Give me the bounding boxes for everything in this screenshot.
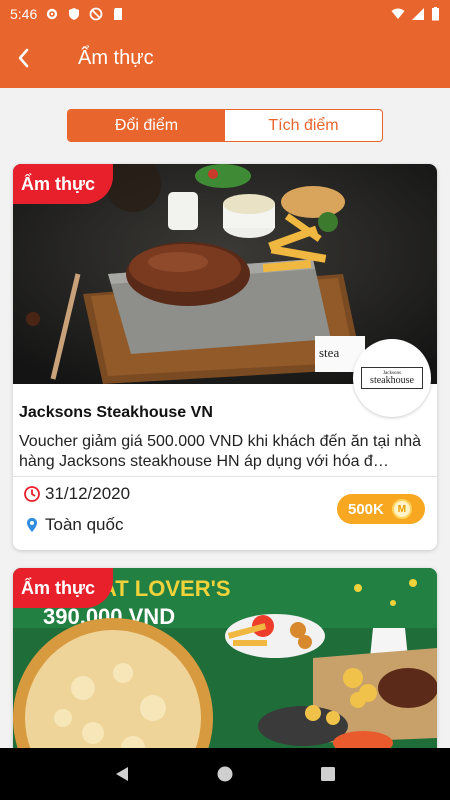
system-nav-bar [0, 748, 450, 800]
sd-card-icon [114, 8, 123, 20]
expiry-date-text: 31/12/2020 [45, 484, 131, 503]
voucher-description: Voucher giảm giá 500.000 VND khi khách đ… [19, 433, 422, 470]
battery-icon [432, 7, 439, 21]
location-text: Toàn quốc [45, 515, 124, 534]
coin-icon: M [391, 499, 412, 519]
signal-icon [412, 8, 424, 20]
points-value: 500K [348, 500, 384, 518]
shield-icon [69, 8, 80, 20]
back-button[interactable] [0, 28, 46, 88]
category-tag: Ẩm thực [13, 568, 114, 608]
svg-text:stea: stea [319, 345, 339, 360]
divider [13, 476, 437, 477]
blocked-icon [89, 7, 103, 21]
app-bar: Ẩm thực [0, 28, 450, 88]
voucher-card[interactable]: stea Ẩm thực Jacksons steakhouse Jackson… [13, 164, 437, 550]
category-tag: Ẩm thực [13, 164, 114, 204]
location-pin-icon [27, 518, 37, 532]
location: Toàn quốc [23, 515, 123, 535]
nav-home-icon[interactable] [216, 765, 234, 783]
segmented-tabs: Đổi điểm Tích điểm [67, 109, 383, 142]
tab-tich-diem[interactable]: Tích điểm [225, 110, 382, 141]
nav-back-icon[interactable] [113, 765, 131, 783]
page-title: Ẩm thực [78, 46, 154, 69]
settings-icon [47, 8, 58, 20]
expiry-date: 31/12/2020 [23, 484, 130, 504]
status-time: 5:46 [10, 6, 38, 22]
tab-doi-diem[interactable]: Đổi điểm [68, 110, 225, 141]
clock-icon [24, 486, 40, 502]
wifi-icon [391, 8, 405, 19]
voucher-title: Jacksons Steakhouse VN [19, 404, 213, 421]
logo-line2: steakhouse [370, 374, 414, 386]
back-arrow-icon [18, 48, 29, 68]
brand-logo: Jacksons steakhouse [353, 339, 431, 417]
nav-recents-icon[interactable] [319, 765, 337, 783]
status-bar: 5:46 [0, 0, 450, 28]
points-badge: 500K M [337, 494, 425, 524]
